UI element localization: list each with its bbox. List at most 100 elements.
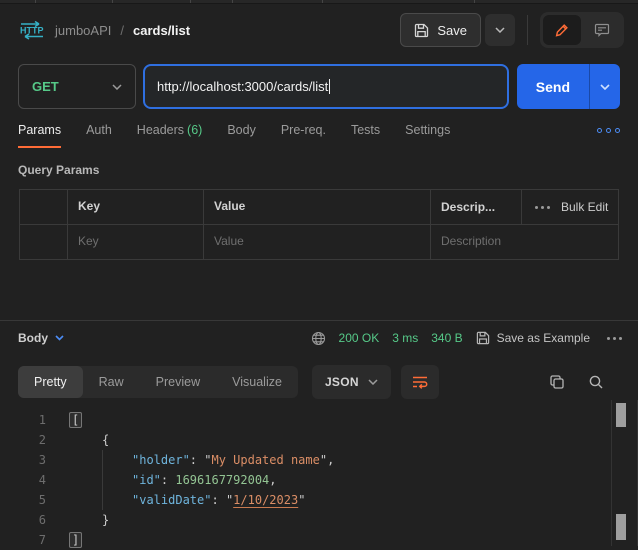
breadcrumb-collection[interactable]: jumboAPI: [55, 23, 111, 38]
query-params-table: Key Value Descrip... Bulk Edit Key Value…: [19, 189, 619, 260]
code-line: 4 "id": 1696167792004,: [0, 470, 638, 490]
save-as-example-label: Save as Example: [497, 331, 590, 345]
code-line: 5 "validDate": "1/10/2023": [0, 490, 638, 510]
bulk-edit-button[interactable]: Bulk Edit: [561, 200, 608, 214]
indent-guide: [102, 490, 103, 510]
method-label: GET: [32, 79, 59, 94]
pencil-icon: [554, 22, 570, 38]
code-line-content: {: [72, 430, 109, 450]
response-body-label: Body: [18, 331, 48, 345]
request-builder-row: GET http://localhost:3000/cards/list Sen…: [0, 64, 638, 109]
code-token: "id": [132, 473, 161, 487]
description-input[interactable]: Description: [431, 225, 618, 259]
comments-button[interactable]: [583, 15, 621, 45]
globe-icon[interactable]: [311, 331, 326, 346]
line-number: 7: [0, 530, 46, 550]
value-input[interactable]: Value: [204, 225, 431, 259]
table-header-row: Key Value Descrip... Bulk Edit: [20, 190, 618, 225]
http-method-icon: HTTP: [18, 20, 46, 40]
line-number: 3: [0, 450, 46, 470]
chevron-down-icon: [55, 335, 64, 341]
request-header-bar: HTTP jumboAPI / cards/list Save: [0, 4, 638, 56]
row-checkbox-cell[interactable]: [20, 225, 68, 259]
url-text: http://localhost:3000/cards/list: [157, 79, 328, 94]
send-button[interactable]: Send: [517, 64, 620, 109]
line-number: 6: [0, 510, 46, 530]
response-size[interactable]: 340 B: [431, 331, 462, 345]
side-tools-group: [540, 12, 624, 48]
line-number: 4: [0, 470, 46, 490]
tab-auth[interactable]: Auth: [86, 123, 112, 137]
response-body-editor[interactable]: 1[2{3"holder": "My Updated name",4"id": …: [0, 405, 638, 550]
response-more-icon[interactable]: [607, 337, 622, 340]
response-view-toolbar: Pretty Raw Preview Visualize JSON: [0, 364, 638, 400]
send-button-label[interactable]: Send: [517, 64, 589, 109]
edit-documentation-button[interactable]: [543, 15, 581, 45]
line-number: 2: [0, 430, 46, 450]
code-line: 1[: [0, 410, 638, 430]
code-token: 1696167792004: [175, 473, 269, 487]
code-line-content: "id": 1696167792004,: [72, 470, 277, 490]
more-horizontal-icon[interactable]: [535, 206, 550, 209]
tab-headers[interactable]: Headers(6): [137, 123, 203, 137]
code-token: ": [320, 453, 327, 467]
tab-params[interactable]: Params: [18, 123, 61, 137]
copy-icon[interactable]: [549, 374, 565, 390]
code-token: My Updated name: [211, 453, 319, 467]
code-token: :: [161, 473, 175, 487]
scrollbar-thumb[interactable]: [616, 514, 626, 540]
code-line: 3"holder": "My Updated name",: [0, 450, 638, 470]
response-body-dropdown[interactable]: Body: [18, 331, 64, 345]
more-tabs-indicator[interactable]: [597, 128, 620, 133]
line-number: 5: [0, 490, 46, 510]
code-token[interactable]: 1/10/2023: [233, 493, 298, 507]
save-as-example-button[interactable]: Save as Example: [476, 331, 590, 345]
svg-text:HTTP: HTTP: [20, 26, 44, 36]
view-tab-visualize[interactable]: Visualize: [216, 366, 298, 398]
method-select[interactable]: GET: [18, 64, 136, 109]
tab-body[interactable]: Body: [227, 123, 256, 137]
response-time[interactable]: 3 ms: [392, 331, 418, 345]
key-input[interactable]: Key: [68, 225, 204, 259]
breadcrumb-separator: /: [120, 23, 124, 38]
value-column-header: Value: [204, 190, 431, 224]
format-select[interactable]: JSON: [312, 365, 391, 399]
code-line: 6}: [0, 510, 638, 530]
breadcrumb: HTTP jumboAPI / cards/list: [18, 20, 190, 40]
code-token: ,: [327, 453, 334, 467]
description-column-header: Descrip...: [431, 191, 521, 223]
tab-tests[interactable]: Tests: [351, 123, 380, 137]
scrollbar-thumb[interactable]: [616, 403, 626, 427]
comment-icon: [594, 23, 610, 38]
view-tab-pretty[interactable]: Pretty: [18, 366, 83, 398]
tab-strip: [0, 0, 638, 4]
status-badge[interactable]: 200 OK: [339, 331, 380, 345]
chevron-down-icon: [368, 379, 378, 385]
response-header: Body 200 OK 3 ms 340 B Save as Example: [0, 321, 638, 355]
search-icon[interactable]: [588, 374, 604, 390]
save-button[interactable]: Save: [400, 13, 481, 47]
code-token: "holder": [132, 453, 190, 467]
tab-settings[interactable]: Settings: [405, 123, 450, 137]
chevron-down-icon: [112, 84, 122, 90]
send-options-button[interactable]: [589, 64, 620, 109]
header-divider: [527, 15, 528, 45]
code-line-content: }: [72, 510, 109, 530]
headers-count-badge: (6): [187, 123, 202, 137]
view-tab-preview[interactable]: Preview: [140, 366, 216, 398]
wrap-text-icon: [412, 375, 428, 389]
code-token: :: [211, 493, 225, 507]
url-input[interactable]: http://localhost:3000/cards/list: [143, 64, 509, 109]
breadcrumb-request-name[interactable]: cards/list: [133, 23, 190, 38]
code-line-content: "validDate": "1/10/2023": [72, 490, 305, 510]
scrollbar-track[interactable]: [611, 400, 638, 546]
code-token: }: [102, 513, 109, 527]
table-row: Key Value Description: [20, 225, 618, 259]
format-label: JSON: [325, 375, 359, 389]
tab-pre-request[interactable]: Pre-req.: [281, 123, 326, 137]
view-mode-segment: Pretty Raw Preview Visualize: [18, 366, 298, 398]
wrap-lines-button[interactable]: [401, 365, 439, 399]
code-token: ": [298, 493, 305, 507]
view-tab-raw[interactable]: Raw: [83, 366, 140, 398]
save-options-button[interactable]: [485, 14, 515, 46]
